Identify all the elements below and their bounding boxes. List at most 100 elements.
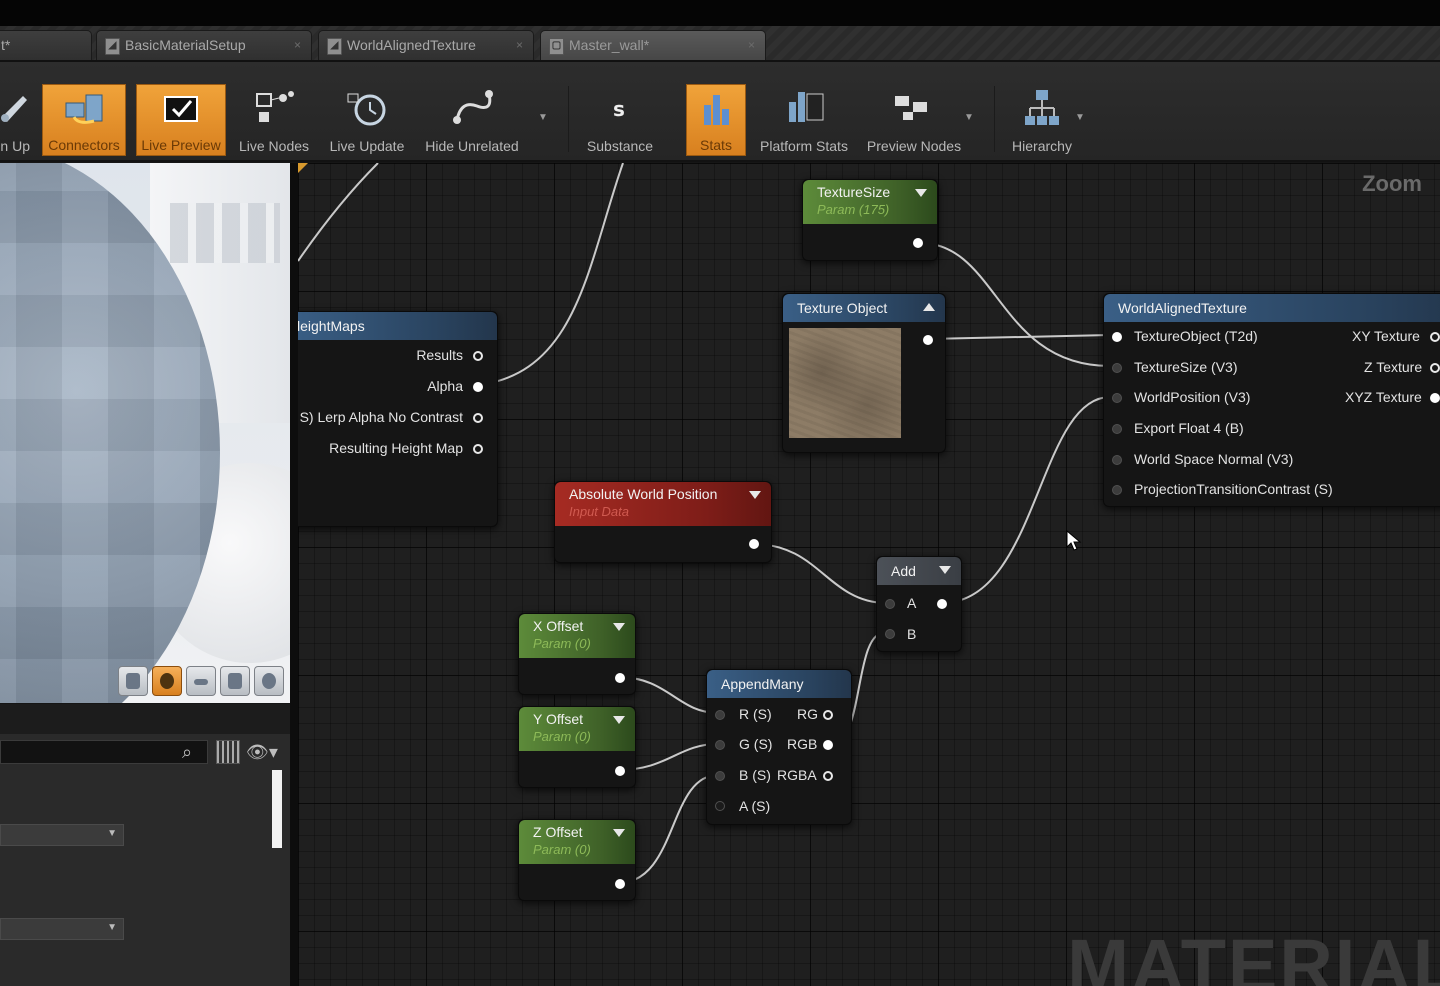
input-pin[interactable] — [1112, 455, 1122, 465]
input-pin[interactable] — [715, 771, 725, 781]
node-texture-size[interactable]: TextureSize Param (175) — [802, 179, 938, 261]
close-icon[interactable]: × — [516, 31, 523, 59]
search-input[interactable] — [0, 740, 208, 764]
material-graph-canvas[interactable]: Zoom MATERIAL leightMaps Results Alpha S… — [298, 163, 1440, 986]
output-pin[interactable] — [823, 771, 833, 781]
sphere-preview-button[interactable] — [152, 666, 182, 696]
wire-add-to-worldposition — [941, 396, 1111, 604]
details-dropdown[interactable]: ▼ — [0, 918, 124, 940]
pin-label: WorldPosition (V3) — [1134, 389, 1251, 405]
chevron-down-icon[interactable]: ▼ — [538, 112, 548, 123]
cube-preview-button[interactable] — [220, 666, 250, 696]
output-pin[interactable] — [615, 766, 625, 776]
live-update-button[interactable]: Live Update — [322, 84, 412, 156]
tab-world-aligned-texture[interactable]: ◢ WorldAlignedTexture × — [318, 30, 534, 60]
output-pin[interactable] — [923, 335, 933, 345]
collapse-icon[interactable] — [613, 623, 625, 631]
details-dropdown[interactable]: ▼ — [0, 824, 124, 846]
output-pin[interactable] — [473, 382, 483, 392]
chevron-down-icon[interactable]: ▼ — [964, 112, 974, 123]
tab-label: BasicMaterialSetup — [125, 37, 246, 53]
preview-viewport[interactable] — [0, 163, 290, 703]
collapse-icon[interactable] — [915, 189, 927, 197]
live-nodes-button[interactable]: Live Nodes — [234, 84, 314, 156]
input-pin[interactable] — [1112, 393, 1122, 403]
collapse-icon[interactable] — [749, 491, 761, 499]
pin-label: RGB — [787, 736, 818, 752]
background-windows — [170, 203, 280, 263]
live-preview-button[interactable]: Live Preview — [136, 84, 226, 156]
pin-label: B — [907, 626, 917, 642]
node-z-offset[interactable]: Z Offset Param (0) — [518, 819, 636, 901]
node-heightmaps[interactable]: leightMaps Results Alpha S) Lerp Alpha N… — [298, 311, 498, 527]
node-x-offset[interactable]: X Offset Param (0) — [518, 613, 636, 695]
hierarchy-button[interactable]: Hierarchy — [1004, 84, 1080, 156]
teapot-preview-button[interactable] — [254, 666, 284, 696]
search-icon[interactable]: ⌕ — [182, 742, 192, 763]
input-pin[interactable] — [885, 599, 895, 609]
node-append-many[interactable]: AppendMany R (S) RG G (S) RGB B (S) RGBA… — [706, 669, 852, 825]
node-title: Absolute World Position — [569, 486, 718, 502]
input-pin[interactable] — [1112, 424, 1122, 434]
collapse-icon[interactable] — [939, 566, 951, 574]
input-pin[interactable] — [715, 801, 725, 811]
substance-button[interactable]: s Substance — [578, 84, 662, 156]
collapse-icon[interactable] — [923, 303, 935, 311]
connectors-button[interactable]: Connectors — [42, 84, 126, 156]
node-title: TextureSize — [817, 184, 891, 200]
platform-stats-button[interactable]: Platform Stats — [756, 84, 852, 156]
output-pin[interactable] — [473, 351, 483, 361]
plane-preview-button[interactable] — [186, 666, 216, 696]
node-absolute-world-position[interactable]: Absolute World Position Input Data — [554, 481, 772, 563]
pin-label: World Space Normal (V3) — [1134, 451, 1294, 467]
output-pin[interactable] — [1430, 363, 1440, 373]
collapse-icon[interactable] — [613, 716, 625, 724]
node-add[interactable]: Add A B — [876, 556, 962, 652]
node-header: Texture Object — [783, 294, 945, 322]
input-pin[interactable] — [1112, 332, 1122, 342]
output-pin[interactable] — [749, 539, 759, 549]
collapse-icon[interactable] — [613, 829, 625, 837]
pin-label: Export Float 4 (B) — [1134, 420, 1244, 436]
grid-view-icon[interactable] — [216, 740, 240, 764]
chevron-down-icon[interactable]: ▼ — [1075, 112, 1085, 123]
output-pin[interactable] — [473, 413, 483, 423]
node-y-offset[interactable]: Y Offset Param (0) — [518, 706, 636, 788]
input-pin[interactable] — [1112, 363, 1122, 373]
eye-icon[interactable]: 👁▾ — [246, 742, 278, 763]
pin-label: Resulting Height Map — [329, 440, 463, 456]
node-header: Y Offset Param (0) — [519, 707, 635, 751]
hide-unrelated-button[interactable]: Hide Unrelated — [420, 84, 524, 156]
input-pin[interactable] — [1112, 485, 1122, 495]
close-icon[interactable]: × — [748, 31, 755, 59]
tab-previous[interactable]: t* — [0, 30, 92, 60]
stats-button[interactable]: Stats — [686, 84, 746, 156]
details-scrollbar[interactable] — [272, 770, 282, 848]
input-pin[interactable] — [715, 710, 725, 720]
wire-top-left — [298, 163, 379, 262]
output-pin[interactable] — [1430, 393, 1440, 403]
node-world-aligned-texture[interactable]: WorldAlignedTexture TextureObject (T2d) … — [1103, 293, 1440, 507]
pin-label: TextureSize (V3) — [1134, 359, 1238, 375]
wire-absolute-to-add — [753, 543, 885, 604]
tab-basic-material-setup[interactable]: ◢ BasicMaterialSetup × — [96, 30, 312, 60]
close-icon[interactable]: × — [294, 31, 301, 59]
input-pin[interactable] — [885, 629, 895, 639]
output-pin[interactable] — [823, 710, 833, 720]
output-pin[interactable] — [823, 740, 833, 750]
output-pin[interactable] — [615, 879, 625, 889]
preview-nodes-button[interactable]: Preview Nodes — [864, 84, 964, 156]
output-pin[interactable] — [473, 444, 483, 454]
hide-unrelated-icon — [453, 90, 493, 124]
cylinder-preview-button[interactable] — [118, 666, 148, 696]
node-texture-object[interactable]: Texture Object — [782, 293, 946, 453]
panel-divider[interactable] — [290, 163, 298, 986]
output-pin[interactable] — [615, 673, 625, 683]
window-top-strip — [0, 0, 1440, 28]
output-pin[interactable] — [937, 599, 947, 609]
clean-up-button[interactable]: n Up — [0, 84, 34, 156]
output-pin[interactable] — [1430, 332, 1440, 342]
output-pin[interactable] — [913, 238, 923, 248]
tab-master-wall[interactable]: ▢ Master_wall* × — [540, 30, 766, 60]
input-pin[interactable] — [715, 740, 725, 750]
